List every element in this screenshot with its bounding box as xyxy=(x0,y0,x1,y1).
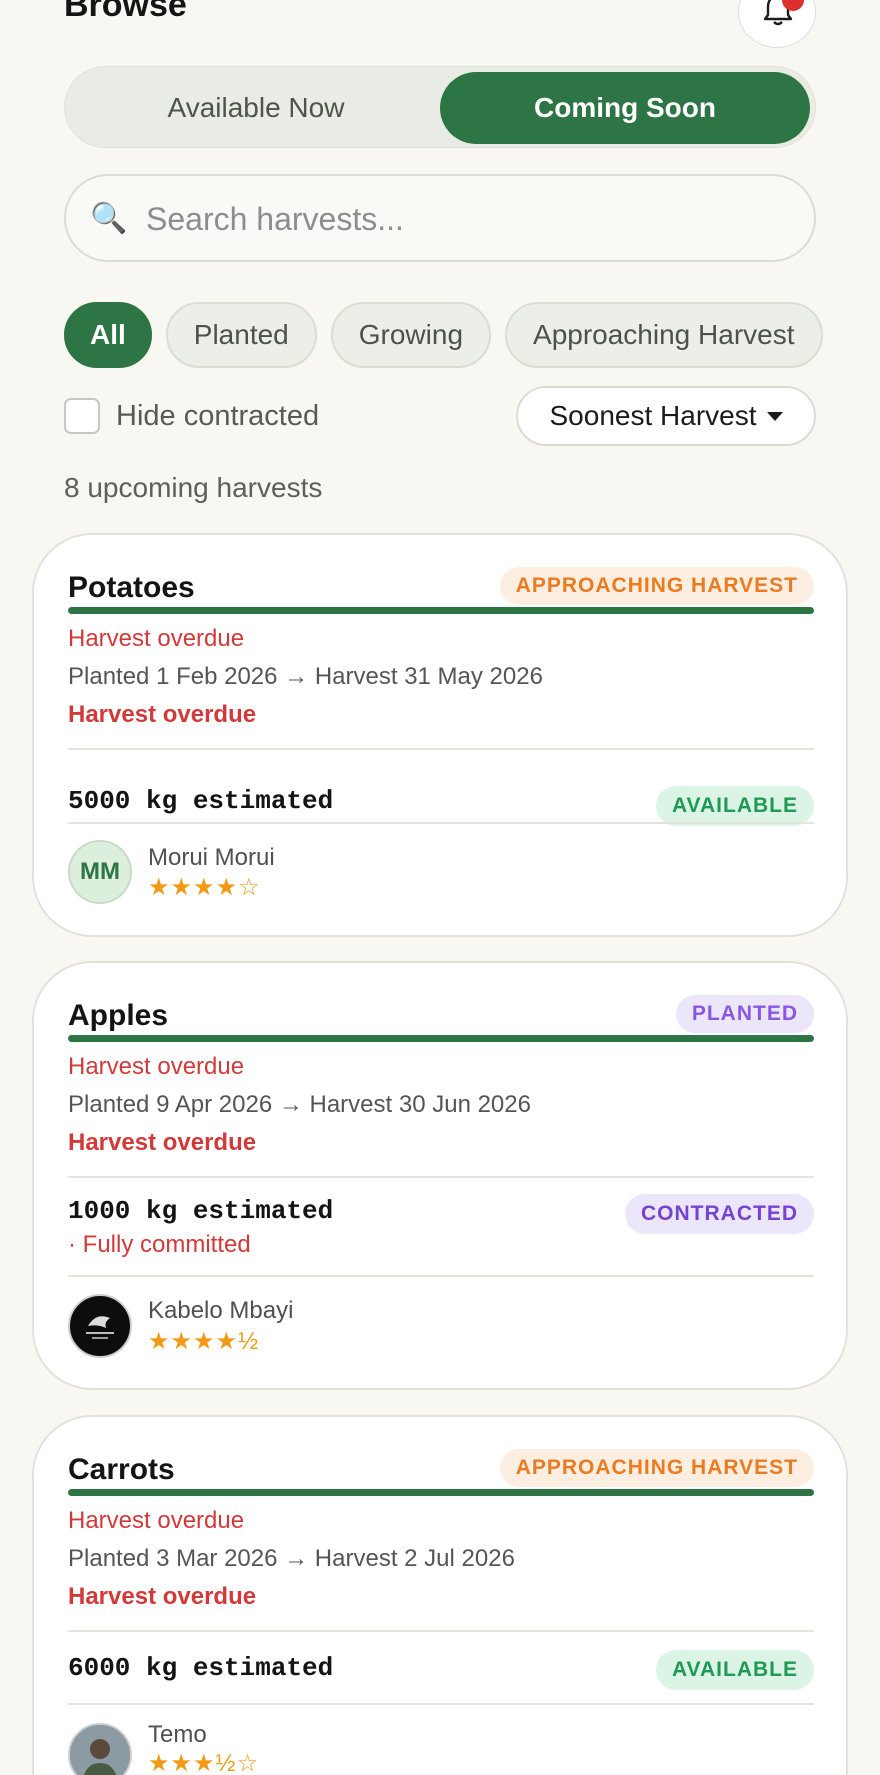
date-range: Planted 9 Apr 2026 → Harvest 30 Jun 2026 xyxy=(68,1091,531,1118)
growth-progress-bar xyxy=(68,1489,814,1496)
search-input[interactable] xyxy=(146,192,786,246)
overdue-note: Harvest overdue xyxy=(68,1507,245,1534)
header: Browse xyxy=(64,0,816,50)
harvest-card[interactable]: Apples PLANTED Harvest overdue Planted 9… xyxy=(32,961,848,1390)
notifications-button[interactable] xyxy=(738,0,816,48)
divider xyxy=(68,1703,814,1705)
avatar xyxy=(68,1294,132,1358)
farmer-name[interactable]: Kabelo Mbayi xyxy=(148,1297,293,1325)
filter-chip-planted[interactable]: Planted xyxy=(165,302,317,368)
growth-progress-bar xyxy=(68,607,814,614)
hide-contracted-label: Hide contracted xyxy=(116,399,320,432)
page-title: Browse xyxy=(64,0,187,24)
filter-chip-approaching-harvest[interactable]: Approaching Harvest xyxy=(505,302,823,368)
crop-name: Apples xyxy=(68,999,169,1032)
commitment-note: · Fully committed xyxy=(68,1231,251,1258)
tab-available-now[interactable]: Available Now xyxy=(71,72,441,144)
stage-badge: APPROACHING HARVEST xyxy=(499,1449,814,1487)
divider xyxy=(68,822,814,824)
hide-contracted-toggle[interactable]: Hide contracted xyxy=(64,396,319,436)
hide-contracted-checkbox[interactable] xyxy=(64,398,100,434)
availability-badge: CONTRACTED xyxy=(625,1194,814,1234)
quantity-estimate: 1000 kg estimated xyxy=(68,1196,334,1226)
farmer-photo-icon xyxy=(70,1725,130,1775)
overdue-warning: Harvest overdue xyxy=(68,701,257,728)
avatar: MM xyxy=(68,840,132,904)
caret-down-icon xyxy=(766,411,783,421)
overdue-warning: Harvest overdue xyxy=(68,1583,257,1610)
sort-label: Soonest Harvest xyxy=(549,400,757,431)
stage-badge: APPROACHING HARVEST xyxy=(499,567,814,605)
overdue-note: Harvest overdue xyxy=(68,625,245,652)
stage-filter-chips: All Planted Growing Approaching Harvest xyxy=(64,302,880,368)
availability-badge: AVAILABLE xyxy=(655,1650,814,1690)
overdue-note: Harvest overdue xyxy=(68,1053,245,1080)
results-count: 8 upcoming harvests xyxy=(64,472,323,503)
crop-name: Potatoes xyxy=(68,571,195,604)
tab-coming-soon[interactable]: Coming Soon xyxy=(440,72,810,144)
farmer-name[interactable]: Morui Morui xyxy=(148,844,275,872)
farm-logo-icon xyxy=(72,1298,128,1354)
farmer-name[interactable]: Temo xyxy=(148,1721,207,1749)
filter-chip-growing[interactable]: Growing xyxy=(330,302,492,368)
divider xyxy=(68,748,814,750)
divider xyxy=(68,1630,814,1632)
rating-stars: ★★★★☆ xyxy=(148,874,261,901)
date-range: Planted 1 Feb 2026 → Harvest 31 May 2026 xyxy=(68,663,543,690)
avatar xyxy=(68,1723,132,1775)
overdue-warning: Harvest overdue xyxy=(68,1129,257,1156)
search-bar: 🔍 xyxy=(64,174,816,262)
rating-stars: ★★★½☆ xyxy=(148,1750,260,1775)
divider xyxy=(68,1176,814,1178)
growth-progress-bar xyxy=(68,1035,814,1042)
stage-badge: PLANTED xyxy=(675,995,814,1033)
divider xyxy=(68,1275,814,1277)
sort-dropdown[interactable]: Soonest Harvest xyxy=(516,386,816,446)
harvest-card[interactable]: Carrots APPROACHING HARVEST Harvest over… xyxy=(32,1415,848,1775)
harvest-card[interactable]: Potatoes APPROACHING HARVEST Harvest ove… xyxy=(32,533,848,937)
availability-toggle: Available Now Coming Soon xyxy=(64,66,816,148)
rating-stars: ★★★★½ xyxy=(148,1328,260,1355)
quantity-estimate: 5000 kg estimated xyxy=(68,786,334,816)
quantity-estimate: 6000 kg estimated xyxy=(68,1653,334,1683)
crop-name: Carrots xyxy=(68,1453,175,1486)
availability-badge: AVAILABLE xyxy=(655,786,814,826)
search-icon: 🔍 xyxy=(90,202,128,235)
filter-chip-all[interactable]: All xyxy=(64,302,152,368)
date-range: Planted 3 Mar 2026 → Harvest 2 Jul 2026 xyxy=(68,1545,515,1572)
